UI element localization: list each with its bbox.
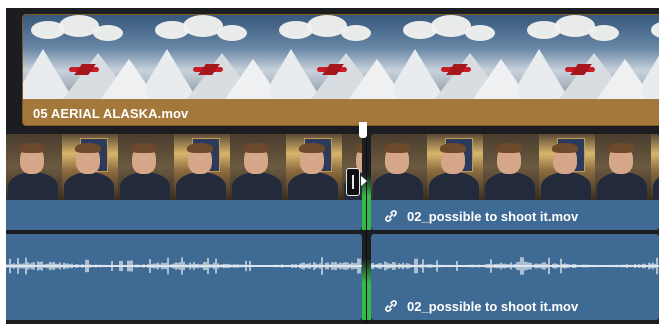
clip-name-aerial: 05 AERIAL ALASKA.mov	[33, 106, 189, 121]
audio-waveform-left	[6, 257, 361, 275]
aerial-thumbnail	[23, 15, 147, 99]
clip-aerial-alaska[interactable]: 05 AERIAL ALASKA.mov	[22, 14, 659, 126]
aerial-thumbnail	[643, 15, 659, 99]
video-thumbnail	[62, 134, 118, 200]
audio-waveform-right	[371, 257, 658, 275]
trim-arrow-icon	[361, 176, 367, 186]
trim-cursor-icon	[346, 168, 360, 196]
video-thumbnail	[118, 134, 174, 200]
aerial-thumbnail-strip	[23, 15, 659, 99]
link-icon	[383, 298, 399, 314]
aerial-thumbnail	[395, 15, 519, 99]
clip-audio-right[interactable]: 02_possible to shoot it.mov	[371, 234, 659, 320]
clip-name-video: 02_possible to shoot it.mov	[407, 209, 579, 224]
aerial-thumbnail	[271, 15, 395, 99]
video-thumbnail-strip-right	[371, 134, 659, 200]
video-thumbnail	[174, 134, 230, 200]
video-thumbnail	[483, 134, 539, 200]
timeline[interactable]: 05 AERIAL ALASKA.mov 02_possible to shoo…	[6, 8, 659, 324]
video-thumbnail-strip-left	[6, 134, 362, 200]
video-thumbnail	[595, 134, 651, 200]
video-thumbnail	[539, 134, 595, 200]
link-icon	[383, 208, 399, 224]
video-thumbnail	[371, 134, 427, 200]
video-thumbnail	[230, 134, 286, 200]
video-thumbnail	[651, 134, 659, 200]
aerial-thumbnail	[519, 15, 643, 99]
aerial-thumbnail	[147, 15, 271, 99]
edit-line	[366, 126, 367, 324]
video-thumbnail	[286, 134, 342, 200]
clip-name-audio: 02_possible to shoot it.mov	[407, 299, 579, 314]
clip-video-right[interactable]: 02_possible to shoot it.mov	[371, 134, 659, 230]
playhead-handle[interactable]	[359, 122, 367, 138]
clip-audio-left[interactable]	[6, 234, 362, 320]
video-thumbnail	[427, 134, 483, 200]
video-thumbnail	[6, 134, 62, 200]
clip-video-left[interactable]	[6, 134, 362, 230]
